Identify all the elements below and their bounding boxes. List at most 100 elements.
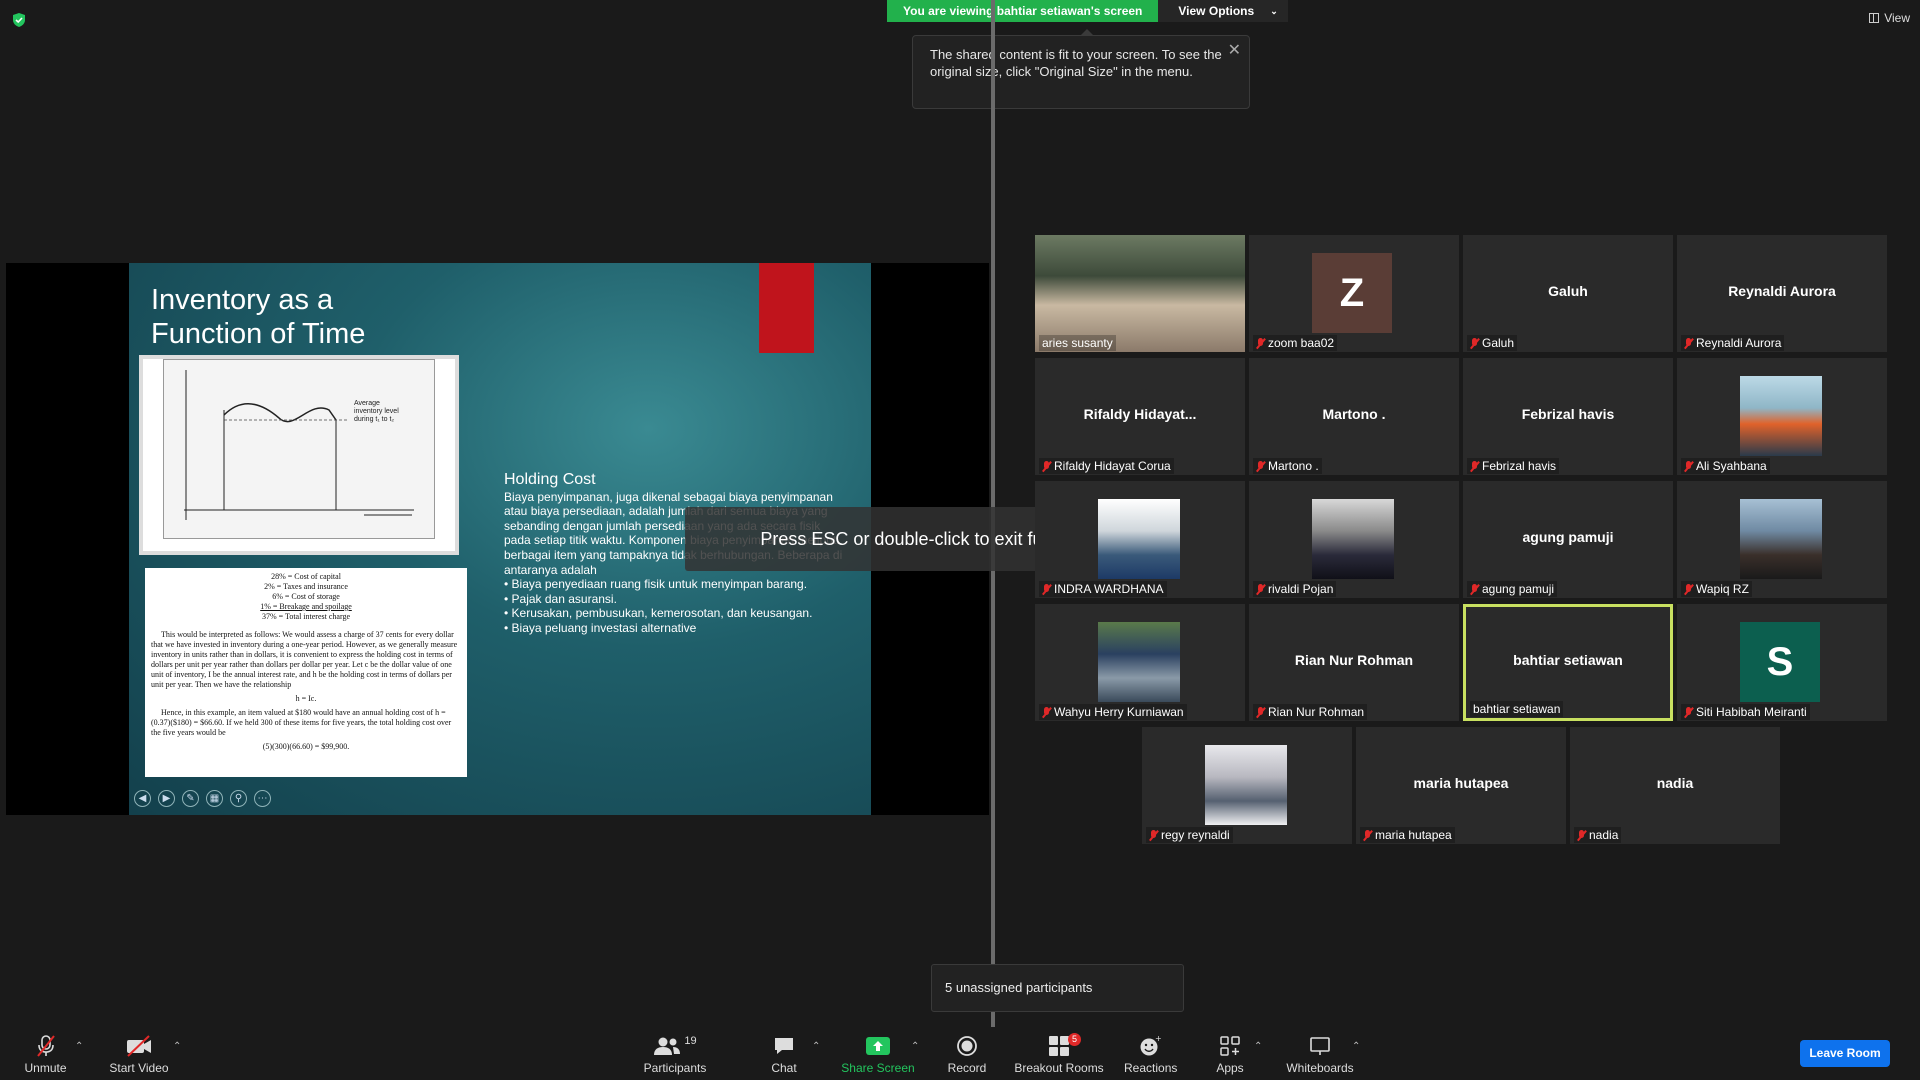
- participant-name-label: maria hutapea: [1360, 827, 1455, 843]
- close-icon[interactable]: ✕: [1228, 42, 1241, 59]
- view-button[interactable]: View: [1869, 11, 1910, 25]
- previous-slide-icon[interactable]: ◀: [134, 790, 151, 807]
- audio-options-caret-icon[interactable]: ⌃: [75, 1041, 83, 1052]
- participant-name: Martono .: [1268, 459, 1319, 473]
- microphone-muted-icon: [1577, 829, 1586, 841]
- slide-accent-block: [759, 263, 814, 353]
- unmute-button[interactable]: Unmute: [18, 1027, 73, 1080]
- participant-tile[interactable]: Ali Syahbana: [1677, 358, 1887, 475]
- start-video-label: Start Video: [109, 1061, 169, 1075]
- breakout-rooms-button[interactable]: 5 Breakout Rooms: [1014, 1027, 1104, 1080]
- participant-name-label: zoom baa02: [1253, 335, 1338, 351]
- microphone-muted-icon: [1042, 460, 1051, 472]
- participant-tile[interactable]: Wahyu Herry Kurniawan: [1035, 604, 1245, 721]
- participant-name-label: Wahyu Herry Kurniawan: [1039, 704, 1187, 720]
- participant-tile[interactable]: Reynaldi Aurora Reynaldi Aurora: [1677, 235, 1887, 352]
- participant-name-label: Ali Syahbana: [1681, 458, 1770, 474]
- pen-icon[interactable]: ✎: [182, 790, 199, 807]
- view-options-button[interactable]: View Options ⌄: [1158, 0, 1288, 22]
- participant-tile[interactable]: Martono . Martono .: [1249, 358, 1459, 475]
- participant-tile[interactable]: maria hutapea maria hutapea: [1356, 727, 1566, 844]
- chat-button[interactable]: Chat: [763, 1027, 805, 1080]
- slides-grid-icon[interactable]: ▦: [206, 790, 223, 807]
- slide-title: Inventory as a Function of Time: [151, 283, 451, 351]
- svg-text:+: +: [1155, 1035, 1162, 1043]
- participant-tile[interactable]: S Siti Habibah Meiranti: [1677, 604, 1887, 721]
- zoom-icon[interactable]: ⚲: [230, 790, 247, 807]
- participant-tile[interactable]: Febrizal havis Febrizal havis: [1463, 358, 1673, 475]
- holding-cost-heading: Holding Cost: [504, 471, 596, 488]
- participant-tile[interactable]: Galuh Galuh: [1463, 235, 1673, 352]
- bullet-item: • Pajak dan asuransi.: [504, 591, 617, 606]
- participants-icon: [654, 1037, 681, 1055]
- participant-tile[interactable]: aries susanty: [1035, 235, 1245, 352]
- unassigned-participants-popup[interactable]: 5 unassigned participants: [931, 964, 1184, 1012]
- participants-label: Participants: [643, 1061, 707, 1075]
- participant-tile[interactable]: Rifaldy Hidayat... Rifaldy Hidayat Corua: [1035, 358, 1245, 475]
- participant-name: Reynaldi Aurora: [1696, 336, 1782, 350]
- participant-display-name: maria hutapea: [1413, 775, 1509, 791]
- cost-line: 28% = Cost of capital: [271, 572, 341, 581]
- microphone-muted-icon: [1684, 706, 1693, 718]
- example-paragraph1: This would be interpreted as follows: We…: [151, 630, 458, 689]
- microphone-muted-icon: [1256, 706, 1265, 718]
- tooltip-text: The shared content is fit to your screen…: [930, 47, 1222, 79]
- participant-name: maria hutapea: [1375, 828, 1452, 842]
- participant-name-label: rivaldi Pojan: [1253, 581, 1337, 597]
- participant-tile[interactable]: Wapiq RZ: [1677, 481, 1887, 598]
- participant-tile[interactable]: Zzoom baa02: [1249, 235, 1459, 352]
- participant-name: bahtiar setiawan: [1473, 702, 1561, 716]
- bullet-item: • Kerusakan, pembusukan, kemerosotan, da…: [504, 606, 813, 621]
- participants-button[interactable]: 19 Participants: [640, 1027, 710, 1080]
- participant-name: Siti Habibah Meiranti: [1696, 705, 1807, 719]
- participant-tile[interactable]: rivaldi Pojan: [1249, 481, 1459, 598]
- record-icon: [957, 1036, 977, 1056]
- bullet-item: • Biaya peluang investasi alternative: [504, 620, 697, 635]
- graph-legend: Average inventory level during t₁ to t₂: [354, 400, 399, 423]
- participant-display-name: Martono .: [1322, 406, 1386, 422]
- microphone-muted-icon: [1684, 337, 1693, 349]
- participant-video: [1740, 499, 1822, 579]
- share-options-caret-icon[interactable]: ⌃: [911, 1041, 919, 1052]
- start-video-button[interactable]: Start Video: [104, 1027, 174, 1080]
- participant-tile[interactable]: Rian Nur Rohman Rian Nur Rohman: [1249, 604, 1459, 721]
- participant-name-label: nadia: [1574, 827, 1622, 843]
- participant-tile[interactable]: regy reynaldi: [1142, 727, 1352, 844]
- holding-cost-example: 28% = Cost of capital 2% = Taxes and ins…: [145, 568, 467, 777]
- microphone-muted-icon: [1042, 583, 1051, 595]
- whiteboards-options-caret-icon[interactable]: ⌃: [1352, 1041, 1360, 1052]
- apps-options-caret-icon[interactable]: ⌃: [1254, 1041, 1262, 1052]
- participant-tile[interactable]: agung pamuji agung pamuji: [1463, 481, 1673, 598]
- participant-name: aries susanty: [1042, 336, 1113, 350]
- share-screen-icon: [866, 1037, 890, 1055]
- participant-display-name: bahtiar setiawan: [1513, 652, 1623, 668]
- participant-name: nadia: [1589, 828, 1619, 842]
- participants-count: 19: [684, 1035, 697, 1047]
- participant-tile[interactable]: bahtiar setiawan bahtiar setiawan: [1463, 604, 1673, 721]
- leave-room-button[interactable]: Leave Room: [1800, 1040, 1890, 1067]
- cost-line: 6% = Cost of storage: [272, 592, 340, 601]
- participant-video: [1098, 499, 1180, 579]
- share-screen-button[interactable]: Share Screen: [838, 1027, 918, 1080]
- reactions-button[interactable]: + Reactions: [1124, 1027, 1177, 1080]
- apps-button[interactable]: Apps: [1212, 1027, 1248, 1080]
- video-options-caret-icon[interactable]: ⌃: [173, 1041, 181, 1052]
- participant-name-label: Siti Habibah Meiranti: [1681, 704, 1810, 720]
- whiteboards-button[interactable]: Whiteboards: [1280, 1027, 1360, 1080]
- formula: h = Ic.: [295, 694, 317, 703]
- security-shield-icon[interactable]: [11, 12, 27, 28]
- record-button[interactable]: Record: [942, 1027, 992, 1080]
- participant-tile[interactable]: INDRA WARDHANA: [1035, 481, 1245, 598]
- microphone-muted-icon: [1256, 460, 1265, 472]
- next-slide-icon[interactable]: ▶: [158, 790, 175, 807]
- inventory-graph: Average inventory level during t₁ to t₂: [139, 355, 459, 555]
- inventory-curve-graph: [184, 370, 414, 520]
- microphone-muted-icon: [1470, 583, 1479, 595]
- more-options-icon[interactable]: ⋯: [254, 790, 271, 807]
- participant-tile[interactable]: nadia nadia: [1570, 727, 1780, 844]
- microphone-muted-icon: [1470, 460, 1479, 472]
- whiteboards-label: Whiteboards: [1286, 1061, 1354, 1075]
- participant-display-name: nadia: [1656, 775, 1694, 791]
- participant-name: zoom baa02: [1268, 336, 1335, 350]
- chat-options-caret-icon[interactable]: ⌃: [812, 1041, 820, 1052]
